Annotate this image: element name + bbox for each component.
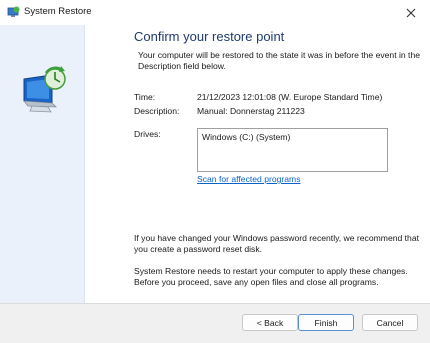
back-button[interactable]: < Back bbox=[242, 314, 298, 331]
time-value: 21/12/2023 12:01:08 (W. Europe Standard … bbox=[197, 92, 383, 102]
page-heading: Confirm your restore point bbox=[134, 29, 285, 44]
restart-note: System Restore needs to restart your com… bbox=[134, 266, 408, 287]
close-icon bbox=[406, 8, 416, 18]
title-bar: System Restore bbox=[0, 0, 430, 25]
time-label: Time: bbox=[134, 92, 156, 102]
drives-label: Drives: bbox=[134, 129, 161, 139]
cancel-button[interactable]: Cancel bbox=[362, 314, 418, 331]
system-restore-monitor-icon bbox=[23, 66, 66, 113]
system-restore-icon bbox=[7, 6, 20, 17]
password-note: If you have changed your Windows passwor… bbox=[134, 233, 420, 254]
side-panel bbox=[0, 25, 85, 303]
finish-button[interactable]: Finish bbox=[298, 314, 354, 331]
description-label: Description: bbox=[134, 106, 180, 116]
drives-list[interactable]: Windows (C:) (System) bbox=[197, 128, 388, 172]
button-bar: < Back Finish Cancel bbox=[0, 303, 430, 343]
drive-item: Windows (C:) (System) bbox=[202, 132, 291, 142]
description-value: Manual: Donnerstag 211223 bbox=[197, 106, 305, 116]
close-button[interactable] bbox=[400, 3, 422, 23]
intro-text: Your computer will be restored to the st… bbox=[138, 50, 421, 71]
content-area: Confirm your restore point Your computer… bbox=[85, 25, 430, 303]
window-title: System Restore bbox=[24, 6, 92, 17]
scan-affected-programs-link[interactable]: Scan for affected programs bbox=[197, 174, 301, 184]
